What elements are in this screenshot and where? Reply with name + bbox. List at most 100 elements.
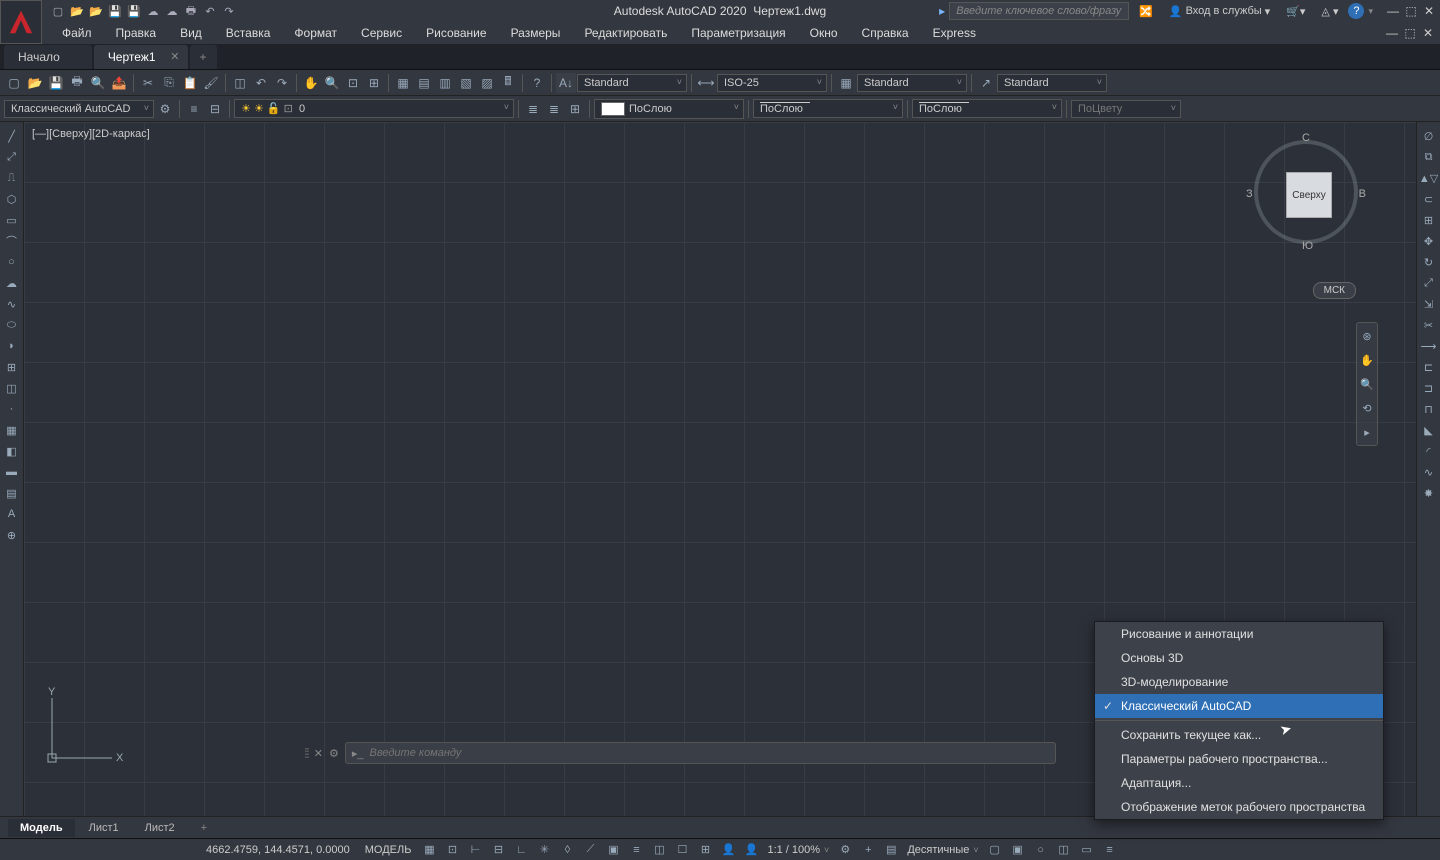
wcs-badge[interactable]: МСК <box>1313 282 1356 299</box>
tablestyle-drop[interactable]: Standard <box>857 74 967 92</box>
ctx-saveas[interactable]: Сохранить текущее как... <box>1095 723 1383 747</box>
status-space[interactable]: МОДЕЛЬ <box>359 844 418 856</box>
open-icon[interactable]: 📂 <box>68 2 86 20</box>
clean-icon[interactable]: ▭ <box>1076 841 1098 859</box>
menu-insert[interactable]: Вставка <box>214 23 283 43</box>
block-icon[interactable]: ◫ <box>2 378 22 398</box>
showmotion-icon[interactable]: ▸ <box>1358 423 1376 441</box>
qp-icon[interactable]: ☐ <box>671 841 693 859</box>
break2-icon[interactable]: ⊐ <box>1419 378 1439 398</box>
menu-express[interactable]: Express <box>921 23 988 43</box>
revcloud-icon[interactable]: ☁ <box>2 273 22 293</box>
fullnav-icon[interactable]: ⊛ <box>1358 327 1376 345</box>
viewcube-s[interactable]: Ю <box>1302 240 1313 252</box>
circle-icon[interactable]: ○ <box>2 252 22 272</box>
ellipsearc-icon[interactable]: ◗ <box>2 336 22 356</box>
block-icon[interactable]: ◫ <box>230 73 250 93</box>
new-icon[interactable]: ▢ <box>49 2 67 20</box>
qv2-icon[interactable]: ▣ <box>1007 841 1029 859</box>
qv-icon[interactable]: ▢ <box>984 841 1006 859</box>
point-icon[interactable]: · <box>2 399 22 419</box>
cloud2-icon[interactable]: ☁ <box>163 2 181 20</box>
command-input[interactable] <box>370 747 1049 759</box>
ctx-labels[interactable]: Отображение меток рабочего пространства <box>1095 795 1383 819</box>
close-icon[interactable]: ✕ <box>1421 3 1437 19</box>
exchange-icon[interactable]: 🛒▾ <box>1280 3 1311 20</box>
dimstyle-drop[interactable]: ISO-25 <box>717 74 827 92</box>
viewcube-face[interactable]: Сверху <box>1286 172 1332 218</box>
am2-icon[interactable]: 👤 <box>740 841 762 859</box>
dc-icon[interactable]: ▤ <box>414 73 434 93</box>
minimize-icon[interactable]: — <box>1385 3 1401 19</box>
cmd-opts-icon[interactable]: ⚙ <box>329 747 339 760</box>
menu-tools[interactable]: Сервис <box>349 23 414 43</box>
cut-icon[interactable]: ✂ <box>138 73 158 93</box>
preview-icon[interactable]: 🔍 <box>88 73 108 93</box>
linetype-drop[interactable]: ПоСлою <box>753 99 903 118</box>
workspace-drop[interactable]: Классический AutoCAD <box>4 100 154 118</box>
open2-icon[interactable]: 📂 <box>87 2 105 20</box>
ctx-drafting[interactable]: Рисование и аннотации <box>1095 622 1383 646</box>
gradient-icon[interactable]: ◧ <box>2 441 22 461</box>
app-logo[interactable] <box>0 0 42 44</box>
signin-button[interactable]: 👤 Вход в службы ▾ <box>1163 3 1276 20</box>
markup-icon[interactable]: ▨ <box>477 73 497 93</box>
publish-icon[interactable]: 📤 <box>109 73 129 93</box>
line-icon[interactable]: ╱ <box>2 126 22 146</box>
menu-window[interactable]: Окно <box>798 23 850 43</box>
text-icon[interactable]: A↓ <box>556 73 576 93</box>
grid-icon[interactable]: ▦ <box>418 841 440 859</box>
save-icon[interactable]: 💾 <box>46 73 66 93</box>
status-coords[interactable]: 4662.4759, 144.4571, 0.0000 <box>206 844 350 856</box>
scale-icon[interactable]: ⤢ <box>1419 273 1439 293</box>
pan-icon[interactable]: ✋ <box>1358 351 1376 369</box>
ssm-icon[interactable]: ▧ <box>456 73 476 93</box>
help-icon[interactable]: ? <box>527 73 547 93</box>
layout-add[interactable]: + <box>189 819 219 837</box>
units-drop[interactable]: Десятичные <box>903 844 982 856</box>
layer5-icon[interactable]: ⊞ <box>565 99 585 119</box>
xline-icon[interactable]: ⤢ <box>2 147 22 167</box>
layer2-icon[interactable]: ⊟ <box>205 99 225 119</box>
region-icon[interactable]: ▬ <box>2 462 22 482</box>
erase-icon[interactable]: ∅ <box>1419 126 1439 146</box>
arc-icon[interactable]: ⌒ <box>2 231 22 251</box>
extend-icon[interactable]: ⟶ <box>1419 336 1439 356</box>
redo-icon[interactable]: ↷ <box>272 73 292 93</box>
new-icon[interactable]: ▢ <box>4 73 24 93</box>
connect-button[interactable]: 🔀 <box>1133 3 1159 20</box>
dyninput-icon[interactable]: ⊟ <box>487 841 509 859</box>
ws-gear-icon[interactable]: ⚙ <box>155 99 175 119</box>
cloud-icon[interactable]: ☁ <box>144 2 162 20</box>
viewcube-n[interactable]: С <box>1302 132 1310 144</box>
mleader-icon[interactable]: ↗ <box>976 73 996 93</box>
spline-icon[interactable]: ∿ <box>2 294 22 314</box>
custom-icon[interactable]: ≡ <box>1099 841 1121 859</box>
am-icon[interactable]: 👤 <box>717 841 739 859</box>
undo-icon[interactable]: ↶ <box>201 2 219 20</box>
iso2-icon[interactable]: ◫ <box>1053 841 1075 859</box>
trim-icon[interactable]: ✂ <box>1419 315 1439 335</box>
save-icon[interactable]: 💾 <box>106 2 124 20</box>
array-icon[interactable]: ⊞ <box>1419 210 1439 230</box>
viewcube-w[interactable]: З <box>1246 188 1253 200</box>
zoom-icon[interactable]: 🔍 <box>322 73 342 93</box>
lineweight-drop[interactable]: ПоСлою <box>912 99 1062 118</box>
infer-icon[interactable]: ⊢ <box>464 841 486 859</box>
tab-start[interactable]: Начало <box>4 45 92 69</box>
layout-2[interactable]: Лист2 <box>133 819 187 837</box>
explode-icon[interactable]: ✸ <box>1419 483 1439 503</box>
osnap-icon[interactable]: ▣ <box>602 841 624 859</box>
menu-format[interactable]: Формат <box>282 23 349 43</box>
viewport-label[interactable]: [—][Сверху][2D-каркас] <box>32 128 150 140</box>
plus-icon[interactable]: + <box>857 841 879 859</box>
ctx-3dbasics[interactable]: Основы 3D <box>1095 646 1383 670</box>
polar-icon[interactable]: ✳ <box>533 841 555 859</box>
gear-icon[interactable]: ⚙ <box>834 841 856 859</box>
plotstyle-drop[interactable]: ПоЦвету <box>1071 100 1181 118</box>
saveas-icon[interactable]: 💾 <box>125 2 143 20</box>
doc-close-icon[interactable]: ✕ <box>1420 26 1436 40</box>
cmd-grip-icon[interactable]: ⁞⁞ <box>304 745 308 761</box>
copy-icon[interactable]: ⧉ <box>1419 147 1439 167</box>
ann-icon[interactable]: ▤ <box>880 841 902 859</box>
